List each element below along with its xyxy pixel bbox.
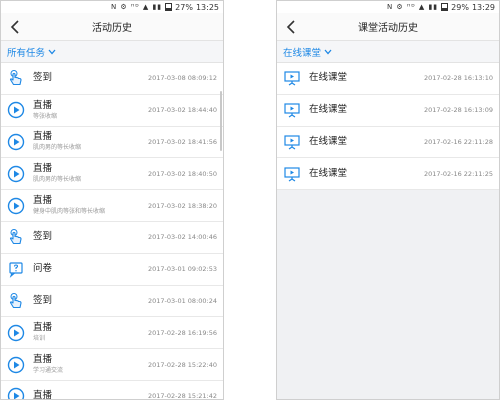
online-class-icon — [283, 133, 301, 151]
clock: 13:25 — [195, 2, 219, 12]
chevron-left-icon — [286, 20, 295, 34]
item-timestamp: 2017-03-02 18:38:20 — [147, 201, 217, 210]
back-button[interactable] — [9, 19, 23, 35]
hand-tap-icon — [7, 69, 25, 87]
item-timestamp: 2017-03-01 08:00:24 — [147, 296, 217, 305]
title-bar: 课堂活动历史 — [277, 13, 499, 41]
battery-percent: 29% — [451, 2, 469, 12]
play-circle-icon — [7, 133, 25, 151]
list-item[interactable]: 直播 肌肉男的等长收缩 2017-03-02 18:40:50 — [1, 158, 223, 191]
online-class-icon — [283, 101, 301, 119]
battery-icon — [441, 3, 449, 11]
list-item[interactable]: 直播 培训 2017-02-28 16:19:56 — [1, 317, 223, 350]
questionnaire-icon — [7, 260, 25, 279]
item-timestamp: 2017-02-28 16:13:10 — [423, 74, 493, 83]
item-timestamp: 2017-02-28 16:13:09 — [423, 106, 493, 115]
play-circle-icon — [7, 387, 25, 399]
list-item[interactable]: 在线课堂 2017-02-16 22:11:25 — [277, 158, 499, 191]
hand-tap-icon — [7, 228, 25, 246]
page-title: 活动历史 — [92, 23, 132, 34]
scrollbar[interactable] — [220, 91, 222, 151]
status-icons: N ⚙ ᴴᴰ ▲ ▮▮ — [386, 3, 439, 11]
list-item[interactable]: 签到 2017-03-08 08:09:12 — [1, 63, 223, 95]
battery-percent: 27% — [175, 2, 193, 12]
item-timestamp: 2017-03-01 09:02:53 — [147, 265, 217, 274]
item-timestamp: 2017-02-16 22:11:25 — [423, 169, 493, 178]
status-bar: N ⚙ ᴴᴰ ▲ ▮▮ 29% 13:29 — [277, 1, 499, 13]
play-circle-icon — [7, 356, 25, 374]
play-circle-icon — [7, 165, 25, 183]
list-item[interactable]: 直播 学习通交流 2017-02-28 15:22:40 — [1, 349, 223, 381]
clock: 13:29 — [471, 2, 495, 12]
list-item[interactable]: 直播 健身中肌肉等张和等长收缩 2017-03-02 18:38:20 — [1, 190, 223, 222]
page-title: 课堂活动历史 — [358, 23, 418, 34]
activity-list: 签到 2017-03-08 08:09:12 直播 等张收缩 2017-03-02 18… — [1, 63, 223, 400]
online-class-icon — [283, 165, 301, 183]
item-timestamp: 2017-02-28 16:19:56 — [147, 328, 217, 337]
filter-label: 在线课堂 — [283, 47, 322, 59]
online-class-icon — [283, 69, 301, 87]
hand-tap-icon — [7, 292, 25, 310]
status-bar: N ⚙ ᴴᴰ ▲ ▮▮ 27% 13:25 — [1, 1, 223, 13]
play-circle-icon — [7, 324, 25, 342]
play-circle-icon — [7, 101, 25, 119]
list-item[interactable]: 在线课堂 2017-02-28 16:13:10 — [277, 63, 499, 95]
chevron-down-icon — [48, 49, 56, 54]
item-timestamp: 2017-03-02 18:41:56 — [147, 137, 217, 146]
class-activity-history-screen: N ⚙ ᴴᴰ ▲ ▮▮ 29% 13:29 课堂活动历史 在线课堂 在线课堂 20… — [276, 0, 500, 400]
status-icons: N ⚙ ᴴᴰ ▲ ▮▮ — [110, 3, 163, 11]
list-item[interactable]: 直播 等张收缩 2017-03-02 18:44:40 — [1, 95, 223, 127]
task-filter-dropdown[interactable]: 所有任务 — [1, 41, 223, 63]
list-item[interactable]: 直播 2017-02-28 15:21:42 — [1, 381, 223, 400]
item-timestamp: 2017-03-02 18:44:40 — [147, 106, 217, 115]
list-item[interactable]: 在线课堂 2017-02-16 22:11:28 — [277, 127, 499, 159]
item-timestamp: 2017-03-02 18:40:50 — [147, 169, 217, 178]
item-timestamp: 2017-02-16 22:11:28 — [423, 137, 493, 146]
item-timestamp: 2017-02-28 15:21:42 — [147, 392, 217, 400]
title-bar: 活动历史 — [1, 13, 223, 41]
list-item[interactable]: 在线课堂 2017-02-28 16:13:09 — [277, 95, 499, 127]
activity-history-screen: N ⚙ ᴴᴰ ▲ ▮▮ 27% 13:25 活动历史 所有任务 签到 2017-0… — [0, 0, 224, 400]
back-button[interactable] — [285, 19, 299, 35]
filter-label: 所有任务 — [7, 47, 46, 59]
list-item[interactable]: 直播 肌肉男的等长收缩 2017-03-02 18:41:56 — [1, 127, 223, 159]
class-filter-dropdown[interactable]: 在线课堂 — [277, 41, 499, 63]
list-item[interactable]: 签到 2017-03-02 14:00:46 — [1, 222, 223, 254]
list-item[interactable]: 签到 2017-03-01 08:00:24 — [1, 286, 223, 318]
empty-area — [277, 190, 499, 399]
item-timestamp: 2017-03-02 14:00:46 — [147, 233, 217, 242]
play-circle-icon — [7, 197, 25, 215]
chevron-down-icon — [324, 49, 332, 54]
item-timestamp: 2017-02-28 15:22:40 — [147, 360, 217, 369]
list-item[interactable]: 问卷 2017-03-01 09:02:53 — [1, 254, 223, 286]
battery-icon — [165, 3, 173, 11]
item-timestamp: 2017-03-08 08:09:12 — [147, 74, 217, 83]
class-activity-list: 在线课堂 2017-02-28 16:13:10 在线课堂 2017-02-28 16… — [277, 63, 499, 191]
chevron-left-icon — [10, 20, 19, 34]
